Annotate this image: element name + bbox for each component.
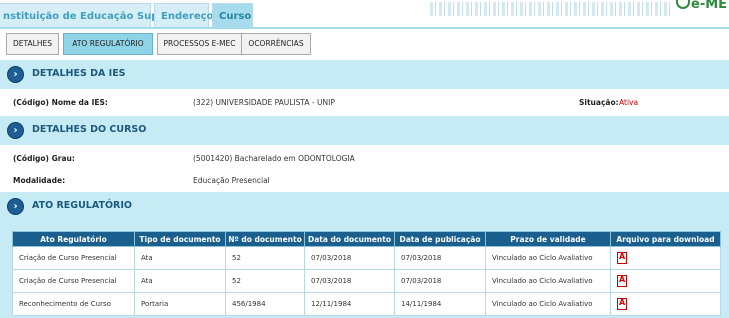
sub-tab-bar: DETALHES ATO REGULATÓRIO PROCESSOS E-MEC… — [0, 29, 729, 59]
modalidade-value: Educação Presencial — [193, 176, 270, 185]
table-cell: 07/03/2018 — [304, 269, 395, 293]
section-detalhes-ies[interactable]: › DETALHES DA IES — [0, 60, 729, 89]
download-cell — [610, 246, 721, 270]
top-tab-bar: nstituição de Educação Superior Endereço… — [0, 0, 729, 29]
tab-endereco[interactable]: Endereço — [154, 3, 213, 28]
table-cell: 456/1984 — [225, 292, 305, 316]
table-cell: Ata — [134, 246, 226, 270]
tab-curso[interactable]: Curso — [212, 3, 253, 28]
ies-name-value: (322) UNIVERSIDADE PAULISTA - UNIP — [193, 98, 335, 107]
section-title: ATO REGULATÓRIO — [32, 200, 132, 211]
emec-logo-icon — [676, 0, 690, 9]
table-row: Criação de Curso Presencial Ata 52 07/03… — [12, 269, 721, 293]
subtab-ato-regulatorio[interactable]: ATO REGULATÓRIO — [63, 33, 153, 55]
table-cell: 07/03/2018 — [304, 246, 395, 270]
column-header: Ato Regulatório — [12, 231, 135, 247]
table-row: Reconhecimento de Curso Portaria 456/198… — [12, 292, 721, 316]
ies-name-label: (Código) Nome da IES: — [13, 98, 108, 107]
subtab-ocorrencias[interactable]: OCORRÊNCIAS — [241, 33, 311, 55]
header-pattern — [430, 2, 670, 16]
table-header-row: Ato Regulatório Tipo de documento Nº do … — [12, 231, 721, 247]
tab-instituicao[interactable]: nstituição de Educação Superior — [0, 3, 185, 28]
column-header: Arquivo para download — [610, 231, 721, 247]
ies-name-row: (Código) Nome da IES: (322) UNIVERSIDADE… — [0, 93, 729, 112]
grau-value: (5001420) Bacharelado em ODONTOLOGIA — [193, 154, 355, 163]
section-ato-regulatorio[interactable]: › ATO REGULATÓRIO — [0, 192, 729, 221]
table-cell: Reconhecimento de Curso — [12, 292, 135, 316]
table-cell: Portaria — [134, 292, 226, 316]
pdf-download-icon[interactable] — [617, 275, 627, 287]
table-cell: 07/03/2018 — [394, 269, 486, 293]
column-header: Data do documento — [304, 231, 395, 247]
grau-label: (Código) Grau: — [13, 154, 75, 163]
column-header: Data de publicação — [394, 231, 486, 247]
emec-logo: e-ME — [676, 0, 727, 12]
table-cell: Vinculado ao Ciclo Avaliativo — [485, 269, 611, 293]
download-cell — [610, 292, 721, 316]
column-header: Tipo de documento — [134, 231, 226, 247]
emec-logo-text: e-ME — [691, 0, 728, 12]
column-header: Nº do documento — [225, 231, 305, 247]
situation-value: Ativa — [619, 98, 639, 107]
modalidade-label: Modalidade: — [13, 176, 66, 185]
table-cell: 07/03/2018 — [394, 246, 486, 270]
table-cell: 14/11/1984 — [394, 292, 486, 316]
ato-regulatorio-table: Ato Regulatório Tipo de documento Nº do … — [12, 231, 721, 316]
section-detalhes-curso[interactable]: › DETALHES DO CURSO — [0, 116, 729, 145]
table-cell: 12/11/1984 — [304, 292, 395, 316]
chevron-right-icon[interactable]: › — [7, 122, 24, 139]
table-cell: Vinculado ao Ciclo Avaliativo — [485, 246, 611, 270]
pdf-download-icon[interactable] — [617, 298, 627, 310]
subtab-detalhes[interactable]: DETALHES — [6, 33, 59, 55]
section-title: DETALHES DO CURSO — [32, 124, 147, 135]
table-cell: 52 — [225, 246, 305, 270]
chevron-right-icon[interactable]: › — [7, 198, 24, 215]
table-cell: Criação de Curso Presencial — [12, 246, 135, 270]
section-title: DETALHES DA IES — [32, 68, 126, 79]
column-header: Prazo de validade — [485, 231, 611, 247]
table-cell: 52 — [225, 269, 305, 293]
table-cell: Vinculado ao Ciclo Avaliativo — [485, 292, 611, 316]
chevron-right-icon[interactable]: › — [7, 66, 24, 83]
grau-row: (Código) Grau: (5001420) Bacharelado em … — [0, 149, 729, 168]
table-cell: Criação de Curso Presencial — [12, 269, 135, 293]
pdf-download-icon[interactable] — [617, 252, 627, 264]
subtab-processos-emec[interactable]: PROCESSOS E-MEC — [157, 33, 242, 55]
download-cell — [610, 269, 721, 293]
table-row: Criação de Curso Presencial Ata 52 07/03… — [12, 246, 721, 270]
situation-label: Situação: — [579, 98, 619, 107]
modalidade-row: Modalidade: Educação Presencial — [0, 171, 729, 190]
table-cell: Ata — [134, 269, 226, 293]
